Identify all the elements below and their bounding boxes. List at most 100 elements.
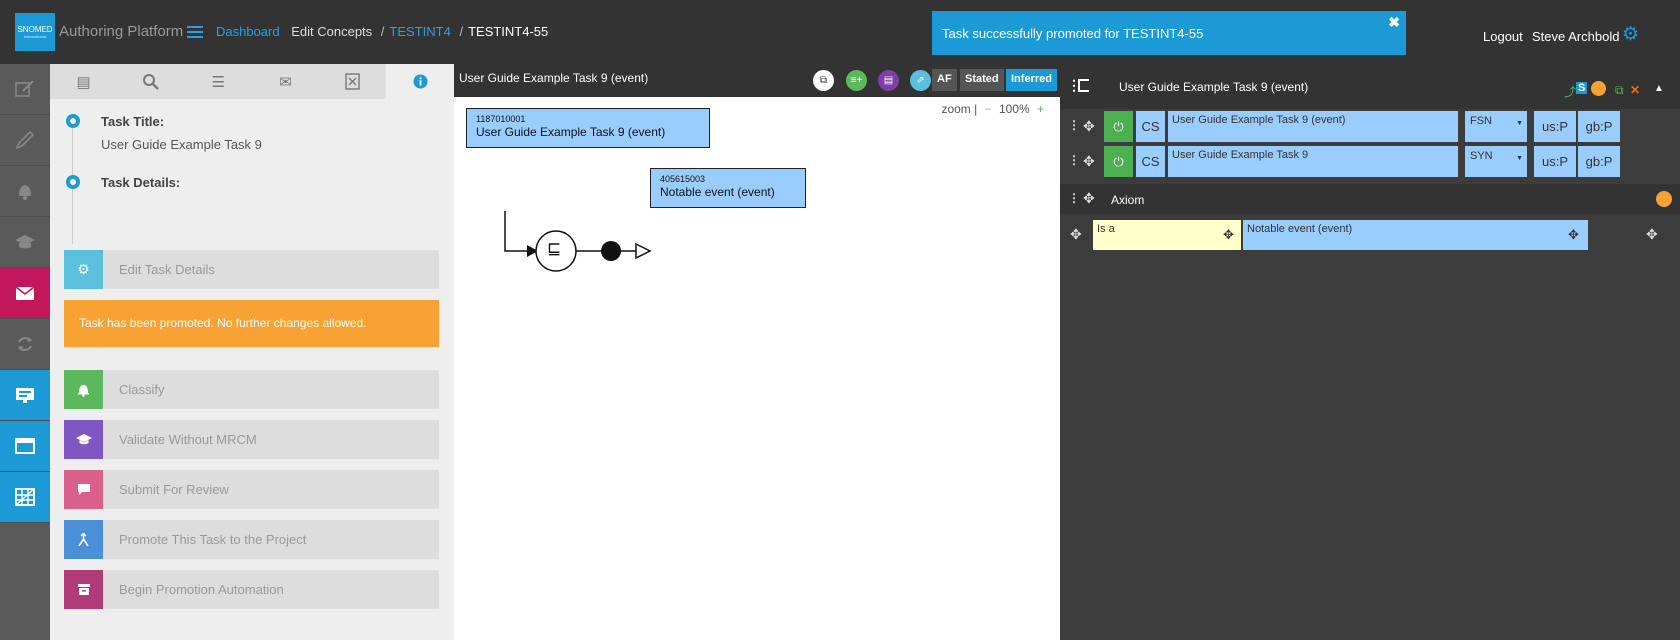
move-icon[interactable]: ✥ bbox=[1083, 190, 1095, 207]
parent-concept-id: 405615003 bbox=[660, 174, 706, 184]
nav-mail-icon[interactable] bbox=[0, 268, 50, 319]
nav-monitor-icon[interactable] bbox=[0, 370, 50, 421]
collapse-icon[interactable]: ▲ bbox=[1654, 83, 1664, 94]
hamburger-menu-icon[interactable] bbox=[187, 26, 203, 39]
task-info-panel: ▤ ☰ ✉ Task Title: User Guide Example Tas… bbox=[50, 64, 454, 640]
gb-acceptability[interactable]: gb:P bbox=[1578, 146, 1620, 177]
power-toggle[interactable]: ⏻ bbox=[1104, 146, 1133, 177]
task-title-label: Task Title: bbox=[101, 114, 165, 129]
excel-icon[interactable] bbox=[319, 64, 386, 99]
bell-icon bbox=[64, 370, 103, 409]
type-value: SYN bbox=[1470, 150, 1493, 162]
case-significance[interactable]: CS bbox=[1136, 111, 1165, 142]
breadcrumb: Dashboard Edit Concepts / TESTINT4 / TESTI… bbox=[216, 24, 548, 39]
nav-sync-icon[interactable] bbox=[0, 319, 50, 370]
merge-icon bbox=[64, 520, 103, 559]
nav-edit-icon[interactable] bbox=[0, 64, 50, 115]
description-term[interactable]: User Guide Example Task 9 (event) bbox=[1168, 111, 1458, 142]
breadcrumb-project[interactable]: TESTINT4 bbox=[389, 24, 450, 39]
move-icon[interactable]: ✥ bbox=[1070, 226, 1082, 243]
move-icon[interactable]: ✥ bbox=[1646, 226, 1658, 243]
axiom-label: Axiom bbox=[1111, 193, 1145, 207]
timeline-bullet bbox=[66, 175, 80, 189]
status-circle-icon bbox=[1591, 81, 1606, 96]
breadcrumb-dashboard[interactable]: Dashboard bbox=[216, 24, 280, 39]
nav-grid-icon[interactable] bbox=[0, 472, 50, 523]
us-acceptability[interactable]: us:P bbox=[1534, 146, 1576, 177]
archive-icon bbox=[64, 570, 103, 609]
status-s-badge[interactable]: S bbox=[1576, 82, 1588, 94]
gear-icon: ⚙ bbox=[64, 250, 103, 289]
snomed-logo[interactable]: SNOMED International bbox=[15, 13, 55, 51]
top-bar: SNOMED International Authoring Platform … bbox=[0, 0, 1680, 64]
diagram-connectors bbox=[504, 211, 652, 272]
promote-label: Promote This Task to the Project bbox=[119, 532, 307, 547]
app-title: Authoring Platform bbox=[59, 23, 184, 40]
timeline-bullet bbox=[66, 114, 80, 128]
nav-graduation-cap-icon[interactable] bbox=[0, 217, 50, 268]
nav-bell-icon[interactable] bbox=[0, 166, 50, 217]
validate-label: Validate Without MRCM bbox=[119, 432, 257, 447]
gb-acceptability[interactable]: gb:P bbox=[1578, 111, 1620, 142]
description-row: ⋮ ✥ ⏻ CS User Guide Example Task 9 SYN ▼ … bbox=[1060, 146, 1680, 179]
description-term[interactable]: User Guide Example Task 9 bbox=[1168, 146, 1458, 177]
type-value: FSN bbox=[1470, 115, 1492, 127]
automation-label: Begin Promotion Automation bbox=[119, 582, 284, 597]
drag-handle-icon[interactable]: ⋮ bbox=[1068, 153, 1080, 167]
drag-handle-icon[interactable]: ⋮ bbox=[1068, 118, 1080, 132]
move-icon[interactable]: ✥ bbox=[1223, 227, 1234, 243]
concept-editor-panel: ⋮ User Guide Example Task 9 (event) ⤴ S … bbox=[1060, 64, 1680, 640]
list-icon[interactable]: ☰ bbox=[185, 64, 252, 99]
breadcrumb-separator: / bbox=[380, 24, 385, 39]
breadcrumb-edit-concepts[interactable]: Edit Concepts bbox=[291, 24, 372, 39]
description-type-select[interactable]: SYN ▼ bbox=[1465, 146, 1527, 177]
chevron-down-icon: ▼ bbox=[1516, 120, 1523, 127]
comment-icon bbox=[64, 470, 103, 509]
concept-box[interactable]: 1187010001 User Guide Example Task 9 (ev… bbox=[466, 108, 710, 148]
concept-id: 1187010001 bbox=[476, 114, 526, 124]
sign-out-icon[interactable] bbox=[1078, 79, 1089, 92]
submit-label: Submit For Review bbox=[119, 482, 229, 497]
edit-task-details-label: Edit Task Details bbox=[119, 262, 215, 277]
close-icon[interactable]: ✖ bbox=[1388, 14, 1400, 31]
description-type-select[interactable]: FSN ▼ bbox=[1465, 111, 1527, 142]
move-icon[interactable]: ✥ bbox=[1083, 153, 1095, 170]
parent-concept-name: Notable event (event) bbox=[660, 185, 775, 199]
graduation-cap-icon bbox=[64, 420, 103, 459]
editor-title: User Guide Example Task 9 (event) bbox=[1119, 80, 1309, 94]
edit-task-details-button[interactable]: ⚙ Edit Task Details bbox=[64, 250, 439, 289]
relationship-target[interactable]: Notable event (event) ✥ bbox=[1243, 220, 1588, 250]
submit-for-review-button[interactable]: Submit For Review bbox=[64, 470, 439, 509]
clone-icon[interactable]: ⧉ bbox=[1615, 83, 1624, 98]
classify-label: Classify bbox=[119, 382, 165, 397]
search-icon[interactable] bbox=[117, 64, 184, 99]
mail-icon[interactable]: ✉ bbox=[252, 64, 319, 99]
close-icon[interactable]: ✕ bbox=[1630, 83, 1640, 97]
validate-button[interactable]: Validate Without MRCM bbox=[64, 420, 439, 459]
arrow-up-icon[interactable]: ⤴ bbox=[1564, 83, 1576, 100]
promote-task-button[interactable]: Promote This Task to the Project bbox=[64, 520, 439, 559]
move-icon[interactable]: ✥ bbox=[1568, 227, 1579, 243]
logo-subtext: International bbox=[23, 34, 46, 39]
move-icon[interactable]: ✥ bbox=[1083, 118, 1095, 135]
power-toggle[interactable]: ⏻ bbox=[1104, 111, 1133, 142]
gear-icon[interactable]: ⚙ bbox=[1622, 25, 1639, 44]
promoted-warning: Task has been promoted. No further chang… bbox=[64, 300, 439, 347]
left-nav bbox=[0, 64, 50, 640]
drag-handle-icon[interactable]: ⋮ bbox=[1068, 191, 1080, 205]
stack-icon[interactable]: ▤ bbox=[50, 64, 117, 99]
chevron-down-icon: ▼ bbox=[1516, 155, 1523, 162]
logout-link[interactable]: Logout bbox=[1483, 29, 1523, 44]
relationship-type-value: Is a bbox=[1097, 223, 1115, 235]
classify-button[interactable]: Classify bbox=[64, 370, 439, 409]
case-significance[interactable]: CS bbox=[1136, 146, 1165, 177]
nav-window-icon[interactable] bbox=[0, 421, 50, 472]
us-acceptability[interactable]: us:P bbox=[1534, 111, 1576, 142]
nav-pen-icon[interactable] bbox=[0, 115, 50, 166]
relationship-type[interactable]: Is a ✥ bbox=[1093, 220, 1241, 250]
concept-diagram-panel: User Guide Example Task 9 (event) ⧉ ≡+ ▤… bbox=[454, 64, 1060, 640]
begin-promotion-automation-button[interactable]: Begin Promotion Automation bbox=[64, 570, 439, 609]
info-icon[interactable] bbox=[386, 64, 454, 99]
parent-concept-box[interactable]: 405615003 Notable event (event) bbox=[650, 168, 806, 208]
task-title-value: User Guide Example Task 9 bbox=[101, 137, 262, 152]
